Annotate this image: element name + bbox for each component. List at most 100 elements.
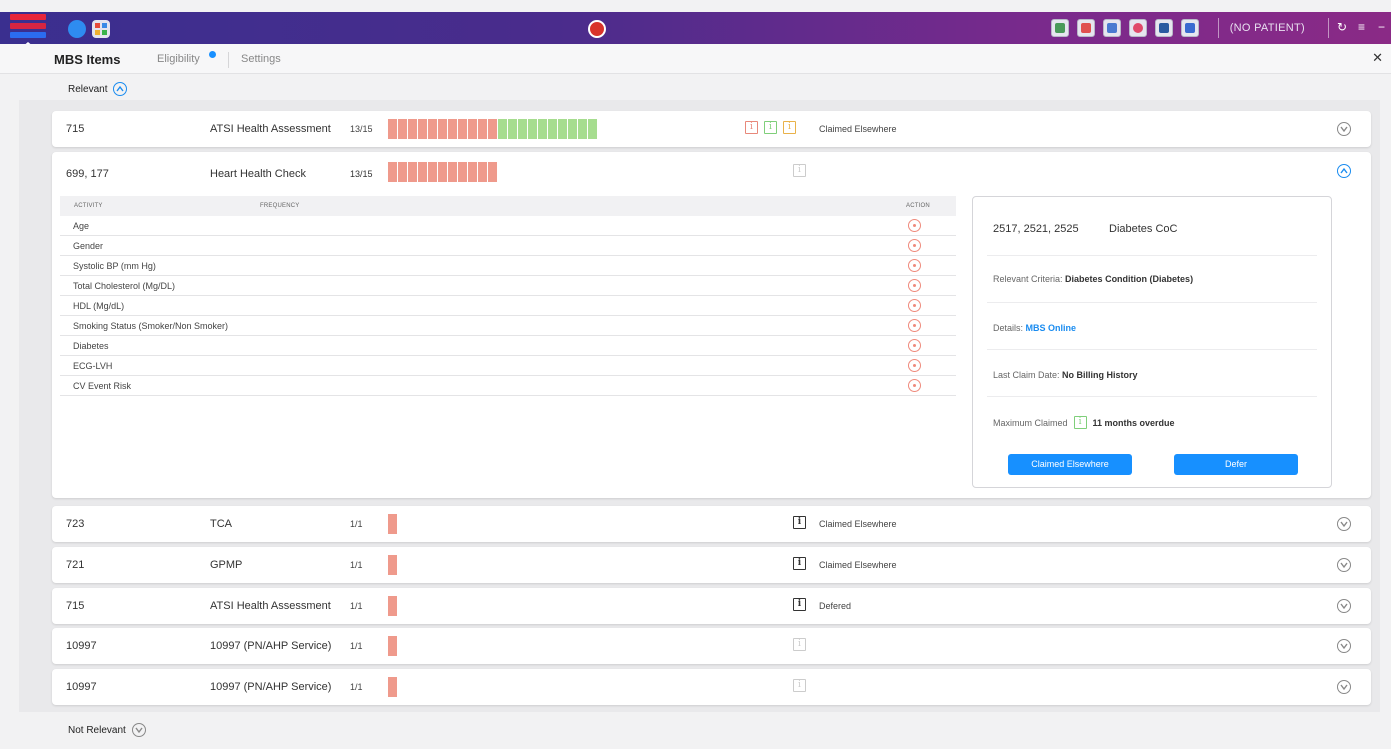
- card-title: Diabetes CoC: [1109, 223, 1178, 235]
- item-ratio: 1/1: [350, 519, 363, 529]
- mbs-item-row[interactable]: 715 ATSI Health Assessment 13/15 i i i C…: [52, 111, 1371, 147]
- item-name: 10997 (PN/AHP Service): [210, 681, 332, 693]
- claimed-elsewhere-button[interactable]: Claimed Elsewhere: [1008, 454, 1132, 475]
- progress-bars: [388, 677, 397, 697]
- toolbar-divider: [1328, 18, 1329, 38]
- add-action-icon[interactable]: [908, 379, 921, 392]
- activity-row: ECG-LVH: [60, 356, 956, 376]
- tab-bar: MBS Items Eligibility Settings ✕: [0, 44, 1391, 74]
- minimize-icon[interactable]: −: [1378, 20, 1385, 34]
- add-action-icon[interactable]: [908, 279, 921, 292]
- max-claimed-label: Maximum Claimed: [993, 417, 1068, 428]
- expand-icon[interactable]: [1337, 639, 1351, 653]
- heart-health-icon[interactable]: [1129, 19, 1147, 37]
- activity-row: Diabetes: [60, 336, 956, 356]
- info-icon[interactable]: i: [783, 121, 796, 134]
- tab-settings[interactable]: Settings: [241, 53, 281, 65]
- mbs-item-row[interactable]: 721 GPMP 1/1 i Claimed Elsewhere: [52, 547, 1371, 583]
- activity-row: Total Cholesterol (Mg/DL): [60, 276, 956, 296]
- item-ratio: 1/1: [350, 601, 363, 611]
- mbs-icon[interactable]: [1077, 19, 1095, 37]
- info-icon[interactable]: i: [793, 638, 806, 651]
- not-relevant-section-header[interactable]: Not Relevant: [68, 723, 146, 737]
- expand-icon[interactable]: [1337, 680, 1351, 694]
- stop-icon[interactable]: [588, 20, 606, 38]
- details-label: Details:: [993, 323, 1024, 333]
- refresh-icon[interactable]: ↻: [1337, 20, 1347, 34]
- activity-label: ECG-LVH: [73, 361, 113, 371]
- expand-icon[interactable]: [1337, 558, 1351, 572]
- activity-table: ACTIVITY FREQUENCY ACTION Age Gender Sys…: [60, 196, 956, 396]
- add-action-icon[interactable]: [908, 319, 921, 332]
- item-ratio: 1/1: [350, 560, 363, 570]
- add-action-icon[interactable]: [908, 219, 921, 232]
- mbs-assist-icon[interactable]: [1181, 19, 1199, 37]
- patient-label[interactable]: (NO PATIENT): [1230, 22, 1305, 34]
- maximum-claimed: Maximum Claimed i 11 months overdue: [987, 397, 1317, 445]
- expand-icon[interactable]: [1337, 517, 1351, 531]
- expand-icon[interactable]: [131, 723, 146, 737]
- info-icon[interactable]: i: [764, 121, 777, 134]
- mbs-item-row[interactable]: 715 ATSI Health Assessment 1/1 i Defered: [52, 588, 1371, 624]
- medication-icon[interactable]: [1103, 19, 1121, 37]
- relevant-section-header[interactable]: Relevant: [68, 82, 128, 96]
- tab-eligibility[interactable]: Eligibility: [157, 53, 200, 65]
- activity-header: ACTIVITY: [74, 203, 103, 209]
- add-action-icon[interactable]: [908, 339, 921, 352]
- activity-label: Total Cholesterol (Mg/DL): [73, 281, 176, 291]
- card-header: 2517, 2521, 2525 Diabetes CoC: [987, 197, 1317, 256]
- relevant-criteria: Relevant Criteria: Diabetes Condition (D…: [987, 256, 1317, 303]
- activity-label: Age: [73, 221, 90, 231]
- info-icons: i: [793, 638, 806, 651]
- qi-icon[interactable]: [1155, 19, 1173, 37]
- item-code: 715: [66, 600, 85, 612]
- info-icon[interactable]: i: [793, 679, 806, 692]
- add-action-icon[interactable]: [908, 359, 921, 372]
- mbs-item-row[interactable]: 10997 10997 (PN/AHP Service) 1/1 i: [52, 669, 1371, 705]
- mbs-item-row[interactable]: 723 TCA 1/1 i Claimed Elsewhere: [52, 506, 1371, 542]
- menu-logo-icon[interactable]: [10, 14, 46, 44]
- collapse-icon[interactable]: [113, 82, 128, 96]
- info-icon[interactable]: i: [793, 516, 806, 529]
- item-name: ATSI Health Assessment: [210, 600, 331, 612]
- mbs-online-link[interactable]: MBS Online: [1026, 323, 1077, 333]
- grid-apps-icon[interactable]: [92, 20, 110, 38]
- item-code: 721: [66, 559, 85, 571]
- info-icons: i: [793, 679, 806, 692]
- activity-table-header: ACTIVITY FREQUENCY ACTION: [60, 196, 956, 216]
- frequency-header: FREQUENCY: [260, 203, 300, 209]
- info-icon[interactable]: i: [793, 598, 806, 611]
- pathology-icon[interactable]: [1051, 19, 1069, 37]
- info-icon[interactable]: i: [793, 557, 806, 570]
- notification-dot-icon: [209, 51, 216, 58]
- action-header: ACTION: [906, 203, 930, 209]
- close-icon[interactable]: ✕: [1372, 50, 1383, 66]
- defer-button[interactable]: Defer: [1174, 454, 1298, 475]
- activity-row: HDL (Mg/dL): [60, 296, 956, 316]
- not-relevant-label: Not Relevant: [68, 724, 126, 736]
- progress-bars: [388, 636, 397, 656]
- expand-icon[interactable]: [1337, 599, 1351, 613]
- item-name: Heart Health Check: [210, 168, 306, 180]
- toolbar-divider: [1218, 18, 1219, 38]
- relevant-label: Relevant: [68, 83, 108, 95]
- cpd-icon[interactable]: [68, 20, 86, 38]
- info-icon[interactable]: i: [745, 121, 758, 134]
- add-action-icon[interactable]: [908, 259, 921, 272]
- collapse-icon[interactable]: [1337, 164, 1351, 178]
- activity-label: HDL (Mg/dL): [73, 301, 125, 311]
- info-icon[interactable]: i: [1073, 416, 1087, 429]
- item-code: 699, 177: [66, 168, 109, 180]
- add-action-icon[interactable]: [908, 239, 921, 252]
- menu-icon[interactable]: ≡: [1358, 20, 1365, 34]
- item-detail-card: 2517, 2521, 2525 Diabetes CoC Relevant C…: [972, 196, 1332, 488]
- info-icon[interactable]: i: [793, 164, 806, 177]
- progress-bars: [388, 555, 397, 575]
- mbs-item-row[interactable]: 10997 10997 (PN/AHP Service) 1/1 i: [52, 628, 1371, 664]
- item-name: GPMP: [210, 559, 243, 571]
- tab-mbs-items[interactable]: MBS Items: [54, 52, 120, 67]
- item-name: TCA: [210, 518, 232, 530]
- expand-icon[interactable]: [1337, 122, 1351, 136]
- activity-label: Systolic BP (mm Hg): [73, 261, 156, 271]
- add-action-icon[interactable]: [908, 299, 921, 312]
